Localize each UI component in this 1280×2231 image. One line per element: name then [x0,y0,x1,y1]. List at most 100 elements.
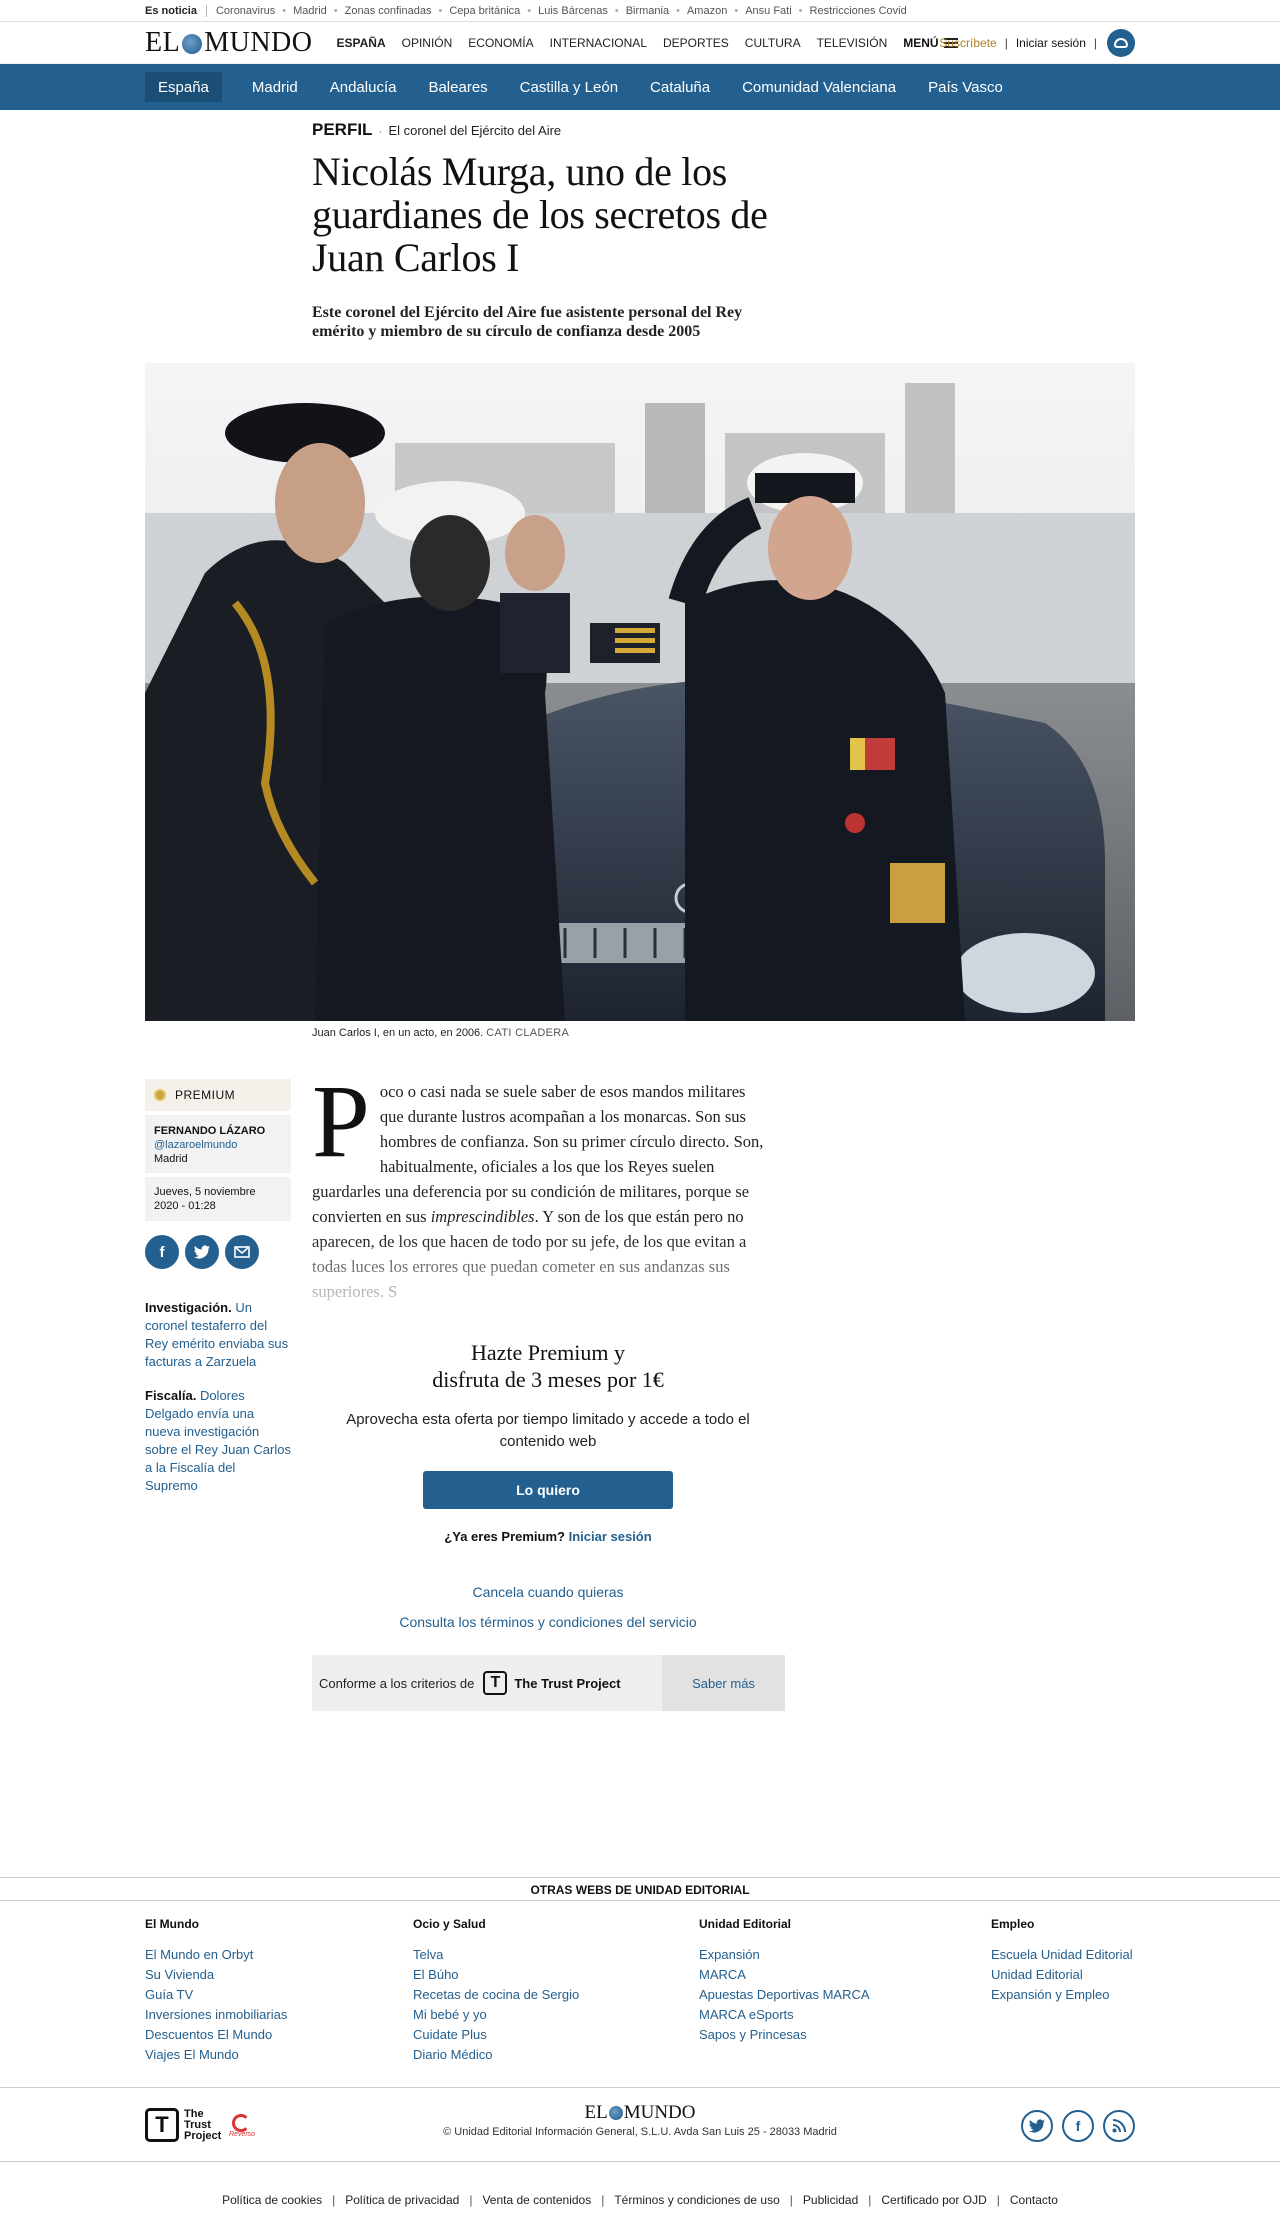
footer-link[interactable]: Viajes El Mundo [145,2045,413,2065]
footer-link[interactable]: Escuela Unidad Editorial [991,1945,1191,1965]
logo-right: MUNDO [204,26,313,58]
related-label: Fiscalía. [145,1388,197,1403]
footer-link[interactable]: Telva [413,1945,699,1965]
section-tab[interactable]: España [145,72,222,102]
footer-column: Empleo Escuela Unidad Editorial Unidad Edi… [991,1917,1191,2087]
footer-link[interactable]: Guía TV [145,1985,413,2005]
section-tab[interactable]: Cataluña [634,72,726,102]
subscribe-link[interactable]: Suscríbete [939,36,996,50]
twitter-icon[interactable] [1021,2110,1053,2142]
footer-column-title: El Mundo [145,1917,199,1931]
trust-project-icon: T [483,1671,508,1695]
body-text: oco o casi nada se suele saber de esos m… [312,1082,764,1226]
footer-link[interactable]: MARCA [699,1965,991,1985]
footer-column-title: Empleo [991,1917,1035,1931]
trending-link[interactable]: Cepa británica [449,5,520,17]
footer-link[interactable]: Apuestas Deportivas MARCA [699,1985,991,2005]
nav-item[interactable]: INTERNACIONAL [550,36,647,50]
rss-icon[interactable] [1103,2110,1135,2142]
footer-link[interactable]: Sapos y Princesas [699,2025,991,2045]
trending-link[interactable]: Ansu Fati [745,5,791,17]
trending-link[interactable]: Birmania [626,5,669,17]
nav-item[interactable]: DEPORTES [663,36,729,50]
section-tab[interactable]: Baleares [412,72,503,102]
drop-cap: P [312,1079,370,1179]
separator: | [469,2192,473,2207]
nav-item[interactable]: TELEVISIÓN [817,36,888,50]
legal-link[interactable]: Términos y condiciones de uso [614,2193,779,2207]
footer-logo[interactable]: EL MUNDO [585,2102,696,2124]
footer-link[interactable]: Descuentos El Mundo [145,2025,413,2045]
text-fade [312,1239,772,1329]
related-link[interactable]: Dolores Delgado envía una nueva investig… [145,1388,291,1493]
separator-dot: • [527,4,532,17]
footer-link[interactable]: Inversiones inmobiliarias [145,2005,413,2025]
trending-link[interactable]: Amazon [687,5,727,17]
facebook-icon[interactable]: f [145,1235,179,1269]
section-tab[interactable]: Comunidad Valenciana [726,72,912,102]
author-handle[interactable]: @lazaroelmundo [154,1139,282,1151]
trending-link[interactable]: Madrid [293,5,327,17]
footer-link[interactable]: Cuidate Plus [413,2025,699,2045]
footer-link[interactable]: Unidad Editorial [991,1965,1191,1985]
trending-items: Coronavirus • Madrid • Zonas confinadas • Cepa… [216,5,907,17]
trending-link[interactable]: Coronavirus [216,5,275,17]
photo-caption: Juan Carlos I, en un acto, en 2006. CATI… [312,1027,1280,1039]
menu-label: MENÚ [903,35,939,50]
footer-link[interactable]: Su Vivienda [145,1965,413,1985]
footer-social: f [1021,2110,1135,2142]
footer-link[interactable]: Mi bebé y yo [413,2005,699,2025]
twitter-icon[interactable] [185,1235,219,1269]
legal-links: Política de cookies | Política de privacid… [0,2161,1280,2231]
legal-link[interactable]: Política de cookies [222,2193,322,2207]
trending-link[interactable]: Restricciones Covid [810,5,907,17]
article-body-section: PREMIUM FERNANDO LÁZARO @lazaroelmundo M… [0,1039,1280,1799]
nav-item[interactable]: ESPAÑA [337,36,386,50]
article-text: P oco o casi nada se suele saber de esos… [312,1079,772,1329]
related-item[interactable]: Investigación. Un coronel testaferro del… [145,1299,291,1371]
facebook-icon[interactable]: f [1062,2110,1094,2142]
legal-link[interactable]: Certificado por OJD [881,2193,986,2207]
legal-link[interactable]: Contacto [1010,2193,1058,2207]
kicker: PERFIL · El coronel del Ejército del Air… [312,120,792,140]
mail-icon[interactable] [225,1235,259,1269]
user-icon[interactable] [1107,29,1135,57]
cancel-link[interactable]: Cancela cuando quieras [312,1584,784,1600]
trending-link[interactable]: Zonas confinadas [345,5,432,17]
trust-brand: The Trust Project [514,1675,621,1691]
footer-link[interactable]: Diario Médico [413,2045,699,2065]
footer-link[interactable]: El Búho [413,1965,699,1985]
paywall-title-line1: Hazte Premium y [471,1340,625,1365]
login-link[interactable]: Iniciar sesión [1016,36,1086,50]
section-tab[interactable]: Andalucía [314,72,413,102]
paywall-box: Hazte Premium y disfruta de 3 meses por … [312,1339,784,1630]
section-tab[interactable]: Castilla y León [504,72,634,102]
legal-link[interactable]: Política de privacidad [345,2193,459,2207]
legal-link[interactable]: Publicidad [803,2193,858,2207]
site-logo[interactable]: EL MUNDO [145,27,313,59]
trending-link[interactable]: Luis Bárcenas [538,5,608,17]
terms-link[interactable]: Consulta los términos y condiciones del … [312,1614,784,1630]
nav-item[interactable]: ECONOMÍA [468,36,533,50]
related-item[interactable]: Fiscalía. Dolores Delgado envía una nuev… [145,1387,291,1495]
separator-dot: • [676,4,680,17]
footer-link[interactable]: Expansión y Empleo [991,1985,1191,2005]
section-tab[interactable]: Madrid [236,72,314,102]
footer-link[interactable]: MARCA eSports [699,2005,991,2025]
footer-link[interactable]: Expansión [699,1945,991,1965]
footer-link[interactable]: El Mundo en Orbyt [145,1945,413,1965]
subscribe-button[interactable]: Lo quiero [423,1471,673,1509]
author-box: FERNANDO LÁZARO @lazaroelmundo Madrid [145,1115,291,1173]
divider: | [1004,36,1008,50]
saber-mas-link[interactable]: Saber más [662,1655,785,1711]
nav-item[interactable]: CULTURA [745,36,801,50]
separator-dot: • [333,4,338,17]
legal-link[interactable]: Venta de contenidos [482,2193,591,2207]
paywall-login-link[interactable]: Iniciar sesión [569,1529,652,1544]
nav-item[interactable]: OPINIÓN [402,36,453,50]
article-photo [145,363,1135,1021]
section-tab[interactable]: País Vasco [912,72,1019,102]
divider: | [1093,36,1097,50]
separator-dot: • [734,4,739,17]
footer-link[interactable]: Recetas de cocina de Sergio [413,1985,699,2005]
